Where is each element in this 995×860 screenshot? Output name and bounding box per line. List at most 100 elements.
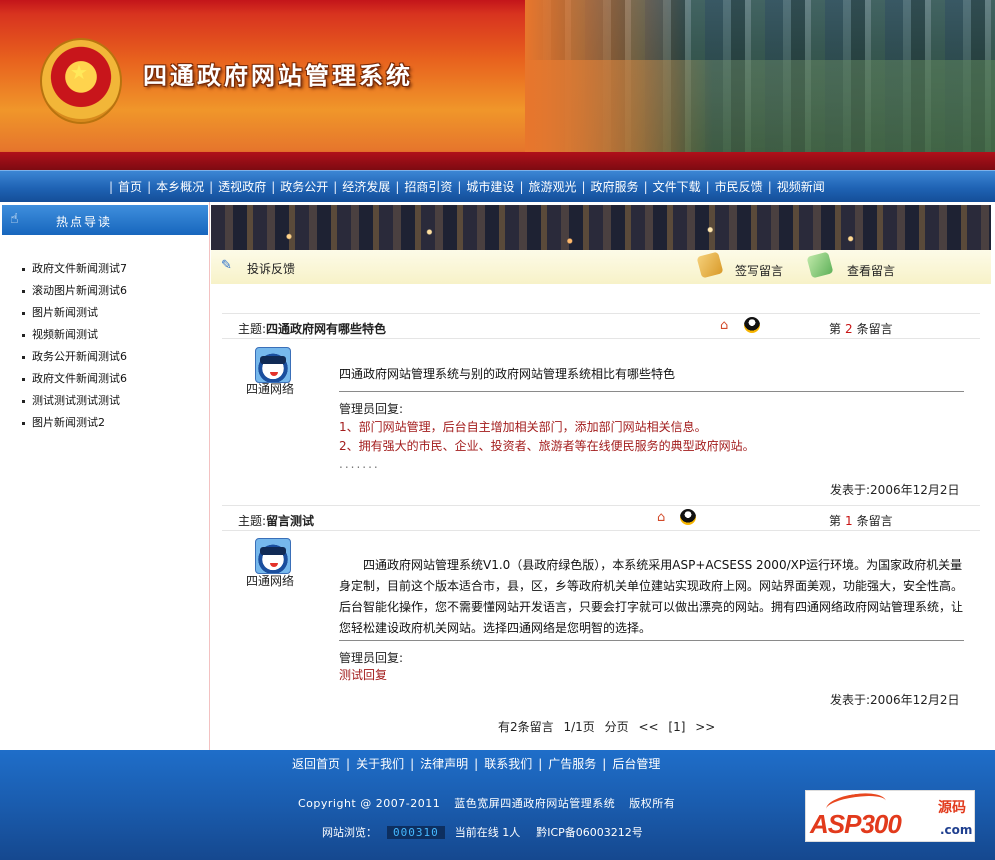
sidebar-news-item[interactable]: 视频新闻测试: [22, 324, 127, 346]
nav-item[interactable]: 城市建设: [466, 178, 514, 195]
pencil-icon: ✎: [221, 258, 232, 273]
sidebar-header: ☝ 热点导读: [2, 205, 208, 235]
message-number: 第 2 条留言: [829, 322, 893, 336]
bullet-icon: [22, 399, 25, 403]
main-content: ✎ 投诉反馈 签写留言 查看留言 主题:四通政府网有哪些特色 ⌂ 第 2 条留言 四…: [211, 202, 993, 750]
sidebar-news-item[interactable]: 滚动图片新闻测试6: [22, 280, 127, 302]
message-subject: 主题:留言测试: [238, 514, 315, 528]
sidebar-news-item[interactable]: 图片新闻测试: [22, 302, 127, 324]
admin-reply-line: 2、拥有强大的市民、企业、投资者、旅游者等在线便民服务的典型政府网站。: [339, 439, 755, 453]
night-city-banner: [211, 205, 991, 250]
sidebar-news-item[interactable]: 图片新闻测试2: [22, 412, 127, 434]
homepage-icon[interactable]: ⌂: [657, 510, 673, 526]
footer-separator: |: [602, 757, 607, 771]
divider: [339, 640, 964, 641]
footer-link[interactable]: 返回首页: [292, 757, 340, 771]
message-subject: 主题:四通政府网有哪些特色: [238, 322, 387, 336]
posted-date: 发表于:2006年12月2日: [830, 483, 960, 497]
nav-item[interactable]: 本乡概况: [156, 178, 204, 195]
main-nav: | 首页 | 本乡概况 | 透视政府 | 政务公开 | 经济发展 | 招商引资 | 城市建设 | 旅游观光 | 政…: [0, 170, 995, 202]
message-body: 四通政府网站管理系统与别的政府网站管理系统相比有哪些特色: [339, 367, 676, 381]
guestbook-toolbar: ✎ 投诉反馈 签写留言 查看留言: [211, 250, 991, 284]
footer-separator: |: [538, 757, 543, 771]
last-page-link[interactable]: >>: [695, 720, 715, 734]
bullet-icon: [22, 333, 25, 337]
nav-item[interactable]: 政府服务: [591, 178, 639, 195]
message-username: 四通网络: [246, 382, 295, 396]
current-page-link[interactable]: [1]: [668, 720, 685, 734]
footer-links: 返回首页 | 关于我们 | 法律声明 | 联系我们 | 广告服务 | 后台管理: [292, 755, 660, 772]
nav-separator: |: [333, 180, 338, 194]
nav-separator: |: [209, 180, 214, 194]
footer-separator: |: [474, 757, 479, 771]
bullet-icon: [22, 267, 25, 271]
write-note-icon[interactable]: [696, 251, 724, 279]
nav-item[interactable]: 文件下载: [653, 178, 701, 195]
icp-number[interactable]: 黔ICP备06003212号: [536, 826, 643, 839]
footer-link[interactable]: 后台管理: [612, 757, 660, 771]
bullet-icon: [22, 289, 25, 293]
admin-reply-label: 管理员回复:: [339, 402, 404, 416]
hot-news-list: 政府文件新闻测试7 滚动图片新闻测试6 图片新闻测试 视频新闻测试 政务公开新闻测试6 政…: [22, 258, 127, 434]
bullet-icon: [22, 377, 25, 381]
nav-separator: |: [705, 180, 710, 194]
footer-link[interactable]: 关于我们: [356, 757, 404, 771]
nav-item[interactable]: 旅游观光: [528, 178, 576, 195]
homepage-icon[interactable]: ⌂: [720, 318, 736, 334]
posted-date: 发表于:2006年12月2日: [830, 693, 960, 707]
sidebar: ☝ 热点导读 政府文件新闻测试7 滚动图片新闻测试6 图片新闻测试 视频新闻测试 政务公…: [0, 202, 210, 750]
nav-item[interactable]: 招商引资: [404, 178, 452, 195]
site-title: 四通政府网站管理系统: [143, 61, 413, 90]
qq-penguin-icon[interactable]: [744, 317, 760, 333]
view-guestbook-link[interactable]: 查看留言: [847, 262, 895, 279]
sidebar-news-item[interactable]: 政府文件新闻测试6: [22, 368, 127, 390]
asp300-logo[interactable]: ASP300 源码 .com: [805, 789, 975, 842]
footer-link[interactable]: 法律声明: [420, 757, 468, 771]
sidebar-news-item[interactable]: 政府文件新闻测试7: [22, 258, 127, 280]
nav-separator: |: [581, 180, 586, 194]
nav-item[interactable]: 首页: [118, 178, 142, 195]
national-emblem-icon: ★: [40, 38, 122, 124]
nav-separator: |: [147, 180, 152, 194]
nav-separator: |: [271, 180, 276, 194]
sign-guestbook-link[interactable]: 签写留言: [735, 262, 783, 279]
message-header: 主题:留言测试 ⌂ 第 1 条留言: [222, 505, 980, 531]
footer-link[interactable]: 联系我们: [484, 757, 532, 771]
nav-item[interactable]: 透视政府: [218, 178, 266, 195]
qq-penguin-icon[interactable]: [680, 509, 696, 525]
footer: 返回首页 | 关于我们 | 法律声明 | 联系我们 | 广告服务 | 后台管理 Copyright …: [0, 750, 995, 860]
footer-link[interactable]: 广告服务: [548, 757, 596, 771]
admin-reply-line: 测试回复: [339, 668, 388, 682]
footer-separator: |: [410, 757, 415, 771]
reply-ellipsis: .......: [339, 457, 380, 471]
message-username: 四通网络: [246, 574, 295, 588]
message-number: 第 1 条留言: [829, 514, 893, 528]
nav-item[interactable]: 市民反馈: [715, 178, 763, 195]
message-body: 四通政府网站管理系统V1.0（县政府绿色版），本系统采用ASP+ACSESS 2…: [339, 558, 964, 635]
visit-counter: 000310: [387, 826, 445, 839]
visits-label: 网站浏览：: [322, 826, 377, 839]
pointing-hand-icon: ☝: [10, 211, 19, 227]
user-avatar: [255, 347, 291, 383]
banner-bottom-stripe: [0, 152, 995, 170]
nav-item[interactable]: 经济发展: [342, 178, 390, 195]
first-page-link[interactable]: <<: [638, 720, 658, 734]
nav-item[interactable]: 政务公开: [280, 178, 328, 195]
section-label: 投诉反馈: [247, 262, 296, 276]
nav-separator: |: [109, 180, 114, 194]
nav-item[interactable]: 视频新闻: [777, 178, 825, 195]
message-header: 主题:四通政府网有哪些特色 ⌂ 第 2 条留言: [222, 313, 980, 339]
footer-separator: |: [346, 757, 351, 771]
header-banner: ★ 四通政府网站管理系统: [0, 0, 995, 170]
bullet-icon: [22, 421, 25, 425]
sidebar-news-item[interactable]: 政务公开新闻测试6: [22, 346, 127, 368]
bullet-icon: [22, 355, 25, 359]
nav-separator: |: [767, 180, 772, 194]
view-notes-icon[interactable]: [806, 251, 834, 279]
user-avatar: [255, 538, 291, 574]
sidebar-news-item[interactable]: 测试测试测试测试: [22, 390, 127, 412]
divider: [339, 391, 964, 392]
admin-reply-label: 管理员回复:: [339, 651, 404, 665]
nav-separator: |: [395, 180, 400, 194]
total-count: 有2条留言: [498, 720, 554, 734]
